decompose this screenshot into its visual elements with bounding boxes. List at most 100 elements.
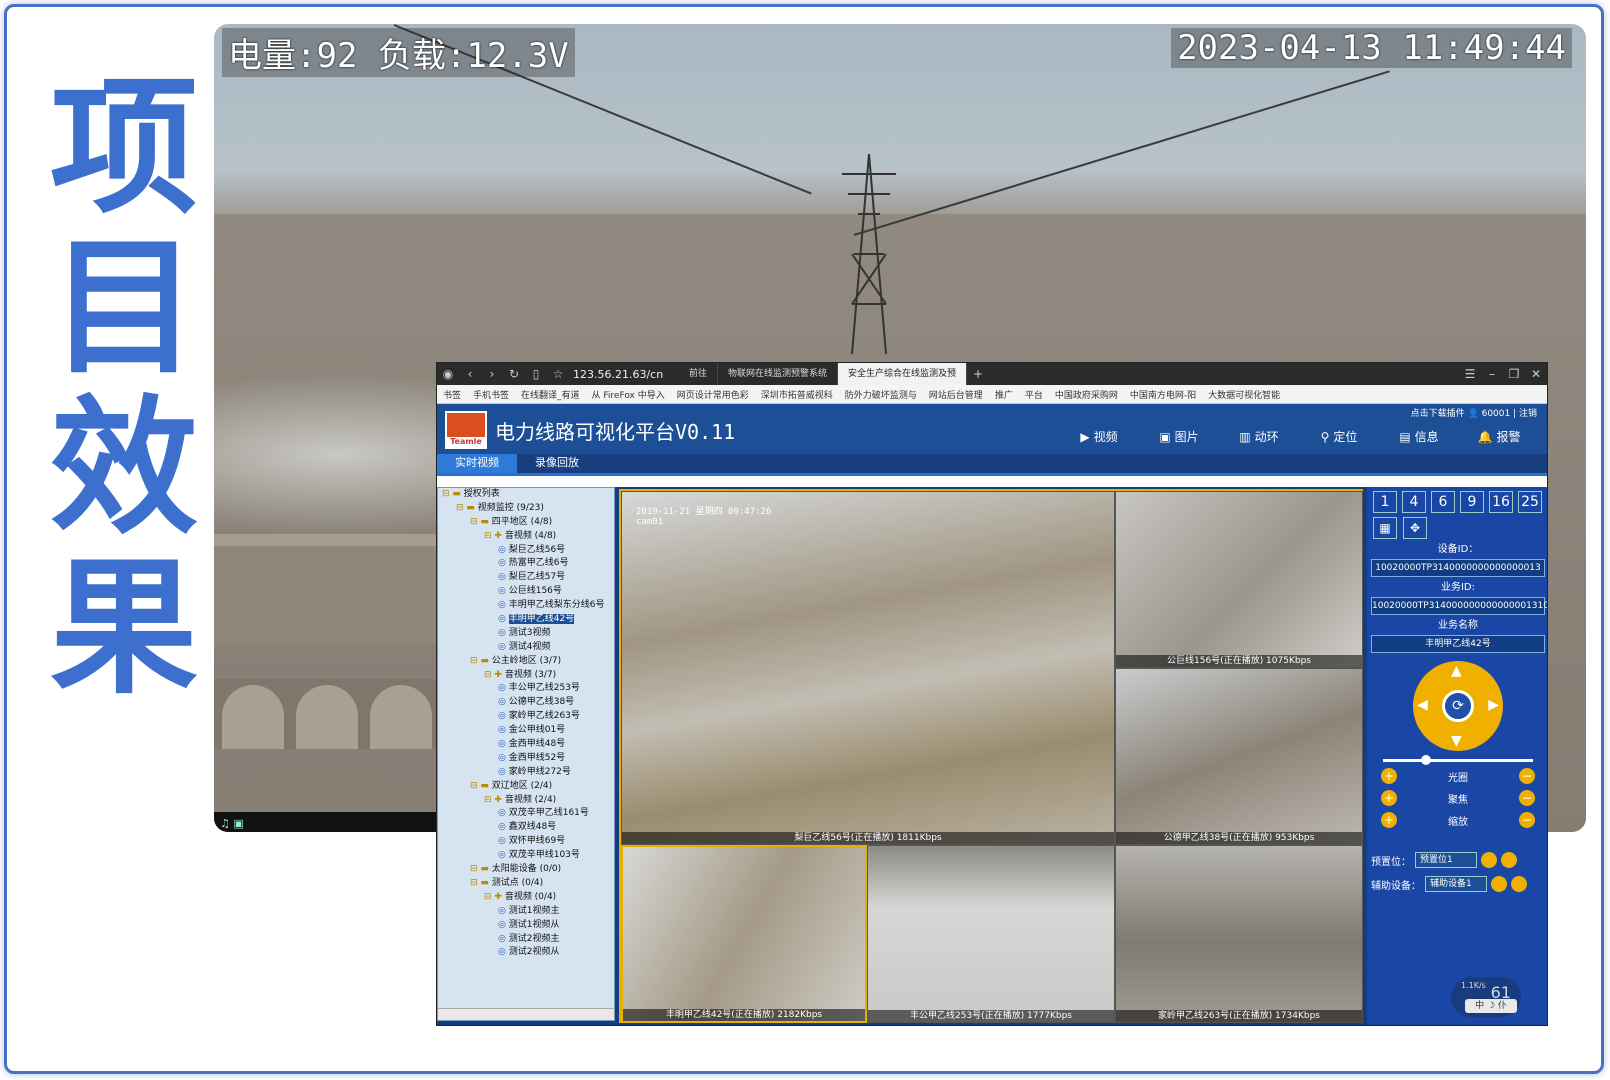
tree-camera-item[interactable]: ◎ 测试1视频主 xyxy=(438,905,614,919)
back-icon[interactable]: ‹ xyxy=(459,367,481,381)
ptz-right-icon[interactable]: ▶ xyxy=(1488,697,1499,713)
ptz-up-icon[interactable]: ▲ xyxy=(1451,663,1462,679)
tree-group-item[interactable]: ⊟ ▬ 太阳能设备 (0/0) xyxy=(438,863,614,877)
bookmark-item[interactable]: 平台 xyxy=(1019,388,1049,401)
bookmark-item[interactable]: 在线翻译_有道 xyxy=(515,388,586,401)
layout-1-button[interactable]: 1 xyxy=(1373,491,1397,513)
tree-camera-item[interactable]: ◎ 梨巨乙线56号 xyxy=(438,544,614,558)
tree-camera-item[interactable]: ◎ 丰公甲乙线253号 xyxy=(438,682,614,696)
tree-group-item[interactable]: ⊟ ✚ 音视频 (4/8) xyxy=(438,530,614,544)
reader-icon[interactable]: ▯ xyxy=(525,367,547,381)
tab-safety[interactable]: 安全生产综合在线监测及预 xyxy=(838,363,968,385)
preset-set-button[interactable] xyxy=(1501,852,1517,868)
nav-info[interactable]: ▤ 信息 xyxy=(1379,428,1459,445)
preset-go-button[interactable] xyxy=(1481,852,1497,868)
music-icon[interactable]: ♫ ▣ xyxy=(214,817,244,830)
tree-camera-item[interactable]: ◎ 金公甲线01号 xyxy=(438,724,614,738)
iris-minus-button[interactable]: − xyxy=(1519,768,1535,784)
slider-handle[interactable] xyxy=(1421,755,1431,765)
nav-env[interactable]: ▥ 动环 xyxy=(1219,428,1299,445)
bookmark-item[interactable]: 推广 xyxy=(989,388,1019,401)
nav-location[interactable]: ⚲ 定位 xyxy=(1299,428,1379,445)
tree-camera-item[interactable]: ◎ 双茂辛甲乙线161号 xyxy=(438,807,614,821)
tree-camera-item[interactable]: ◎ 家岭甲线272号 xyxy=(438,766,614,780)
bookmark-item[interactable]: 防外力破坏监测与 xyxy=(839,388,923,401)
ime-bar[interactable]: 中 ☽ 仆 xyxy=(1465,999,1517,1013)
tab-live-video[interactable]: 实时视频 xyxy=(437,453,517,473)
iris-plus-button[interactable]: + xyxy=(1381,768,1397,784)
tree-camera-item[interactable]: ◎ 金西甲线52号 xyxy=(438,752,614,766)
tree-camera-item[interactable]: ◎ 丰明甲乙线42号 xyxy=(438,613,614,627)
fullscreen-icon[interactable]: ✥ xyxy=(1403,517,1427,539)
focus-minus-button[interactable]: − xyxy=(1519,790,1535,806)
address-bar[interactable]: 123.56.21.63/cn xyxy=(569,368,679,381)
minimize-icon[interactable]: – xyxy=(1481,367,1503,381)
tree-camera-item[interactable]: ◎ 鑫双线48号 xyxy=(438,821,614,835)
focus-plus-button[interactable]: + xyxy=(1381,790,1397,806)
layout-9-button[interactable]: 9 xyxy=(1460,491,1484,513)
net-monitor-widget[interactable]: 1.1K/s 61 中 ☽ 仆 xyxy=(1451,977,1521,1017)
new-tab-icon[interactable]: + xyxy=(967,367,989,381)
zoom-plus-button[interactable]: + xyxy=(1381,812,1397,828)
ptz-left-icon[interactable]: ◀ xyxy=(1417,697,1428,713)
grid-icon[interactable]: ▦ xyxy=(1373,517,1397,539)
star-icon[interactable]: ☆ xyxy=(547,367,569,381)
video-cell[interactable]: 2019-11-21 星期四 09:47:26 cam01 梨巨乙线56号(正在播… xyxy=(621,491,1115,845)
reload-icon[interactable]: ↻ xyxy=(503,367,525,381)
tree-camera-item[interactable]: ◎ 家岭甲乙线263号 xyxy=(438,710,614,724)
video-cell[interactable]: 丰公甲乙线253号(正在播放) 1777Kbps xyxy=(867,845,1115,1023)
tree-camera-item[interactable]: ◎ 测试3视频 xyxy=(438,627,614,641)
tree-camera-item[interactable]: ◎ 测试2视频从 xyxy=(438,946,614,960)
tree-camera-item[interactable]: ◎ 梨巨乙线57号 xyxy=(438,571,614,585)
ptz-down-icon[interactable]: ▼ xyxy=(1451,733,1462,749)
layout-25-button[interactable]: 25 xyxy=(1518,491,1542,513)
tab-iot[interactable]: 物联网在线监测预警系统 xyxy=(718,363,839,385)
bookmark-item[interactable]: 中国政府采购网 xyxy=(1049,388,1124,401)
close-icon[interactable]: ✕ xyxy=(1525,367,1547,381)
forward-icon[interactable]: › xyxy=(481,367,503,381)
aux-on-button[interactable] xyxy=(1491,876,1507,892)
tree-group-item[interactable]: ⊟ ▬ 测试点 (0/4) xyxy=(438,877,614,891)
bookmark-item[interactable]: 深圳市拓普威视科 xyxy=(755,388,839,401)
ptz-auto-icon[interactable]: ⟳ xyxy=(1442,690,1474,722)
tree-group-item[interactable]: ⊟ ▬ 四平地区 (4/8) xyxy=(438,516,614,530)
nav-image[interactable]: ▣ 图片 xyxy=(1139,428,1219,445)
bookmark-item[interactable]: 书签 xyxy=(437,388,467,401)
tree-group-item[interactable]: ⊟ ✚ 音视频 (3/7) xyxy=(438,669,614,683)
aux-select[interactable]: 辅助设备1 xyxy=(1425,876,1487,892)
tree-camera-item[interactable]: ◎ 金西甲线48号 xyxy=(438,738,614,752)
goto-button[interactable]: 前往 xyxy=(679,363,719,385)
tree-camera-item[interactable]: ◎ 双怀甲线69号 xyxy=(438,835,614,849)
user-logout[interactable]: 60001 | 注销 xyxy=(1482,409,1537,419)
tree-camera-item[interactable]: ◎ 测试2视频主 xyxy=(438,933,614,947)
tree-camera-item[interactable]: ◎ 公巨线156号 xyxy=(438,585,614,599)
nav-video[interactable]: ▶ 视频 xyxy=(1059,428,1139,445)
layout-4-button[interactable]: 4 xyxy=(1402,491,1426,513)
tree-group-item[interactable]: ⊟ ▬ 视频监控 (9/23) xyxy=(438,502,614,516)
tree-camera-item[interactable]: ◎ 测试1视频从 xyxy=(438,919,614,933)
menu-icon[interactable]: ☰ xyxy=(1459,367,1481,381)
video-cell[interactable]: 公巨线156号(正在播放) 1075Kbps xyxy=(1115,491,1363,668)
video-cell[interactable]: 公德甲乙线38号(正在播放) 953Kbps xyxy=(1115,668,1363,845)
bookmark-item[interactable]: 手机书签 xyxy=(467,388,515,401)
preset-select[interactable]: 预置位1 xyxy=(1415,852,1477,868)
layout-16-button[interactable]: 16 xyxy=(1489,491,1513,513)
ptz-speed-slider[interactable] xyxy=(1383,755,1533,765)
tree-group-item[interactable]: ⊟ ▬ 公主岭地区 (3/7) xyxy=(438,655,614,669)
tree-camera-item[interactable]: ◎ 热富甲乙线6号 xyxy=(438,557,614,571)
nav-alarm[interactable]: 🔔 报警 xyxy=(1459,428,1539,445)
bookmark-item[interactable]: 中国南方电网-阳 xyxy=(1124,388,1202,401)
tree-group-item[interactable]: ⊟ ✚ 音视频 (2/4) xyxy=(438,794,614,808)
bookmark-item[interactable]: 网站后台管理 xyxy=(923,388,989,401)
zoom-minus-button[interactable]: − xyxy=(1519,812,1535,828)
video-cell-selected[interactable]: 丰明甲乙线42号(正在播放) 2182Kbps xyxy=(621,845,867,1023)
tree-group-item[interactable]: ⊟ ✚ 音视频 (0/4) xyxy=(438,891,614,905)
maximize-icon[interactable]: ❐ xyxy=(1503,367,1525,381)
layout-6-button[interactable]: 6 xyxy=(1431,491,1455,513)
tree-group-item[interactable]: ⊟ ▬ 授权列表 xyxy=(438,488,614,502)
bookmark-item[interactable]: 大数据可视化智能 xyxy=(1202,388,1286,401)
tree-camera-item[interactable]: ◎ 丰明甲乙线梨东分线6号 xyxy=(438,599,614,613)
tree-camera-item[interactable]: ◎ 测试4视频 xyxy=(438,641,614,655)
tree-group-item[interactable]: ⊟ ▬ 双辽地区 (2/4) xyxy=(438,780,614,794)
tab-playback[interactable]: 录像回放 xyxy=(517,453,597,473)
